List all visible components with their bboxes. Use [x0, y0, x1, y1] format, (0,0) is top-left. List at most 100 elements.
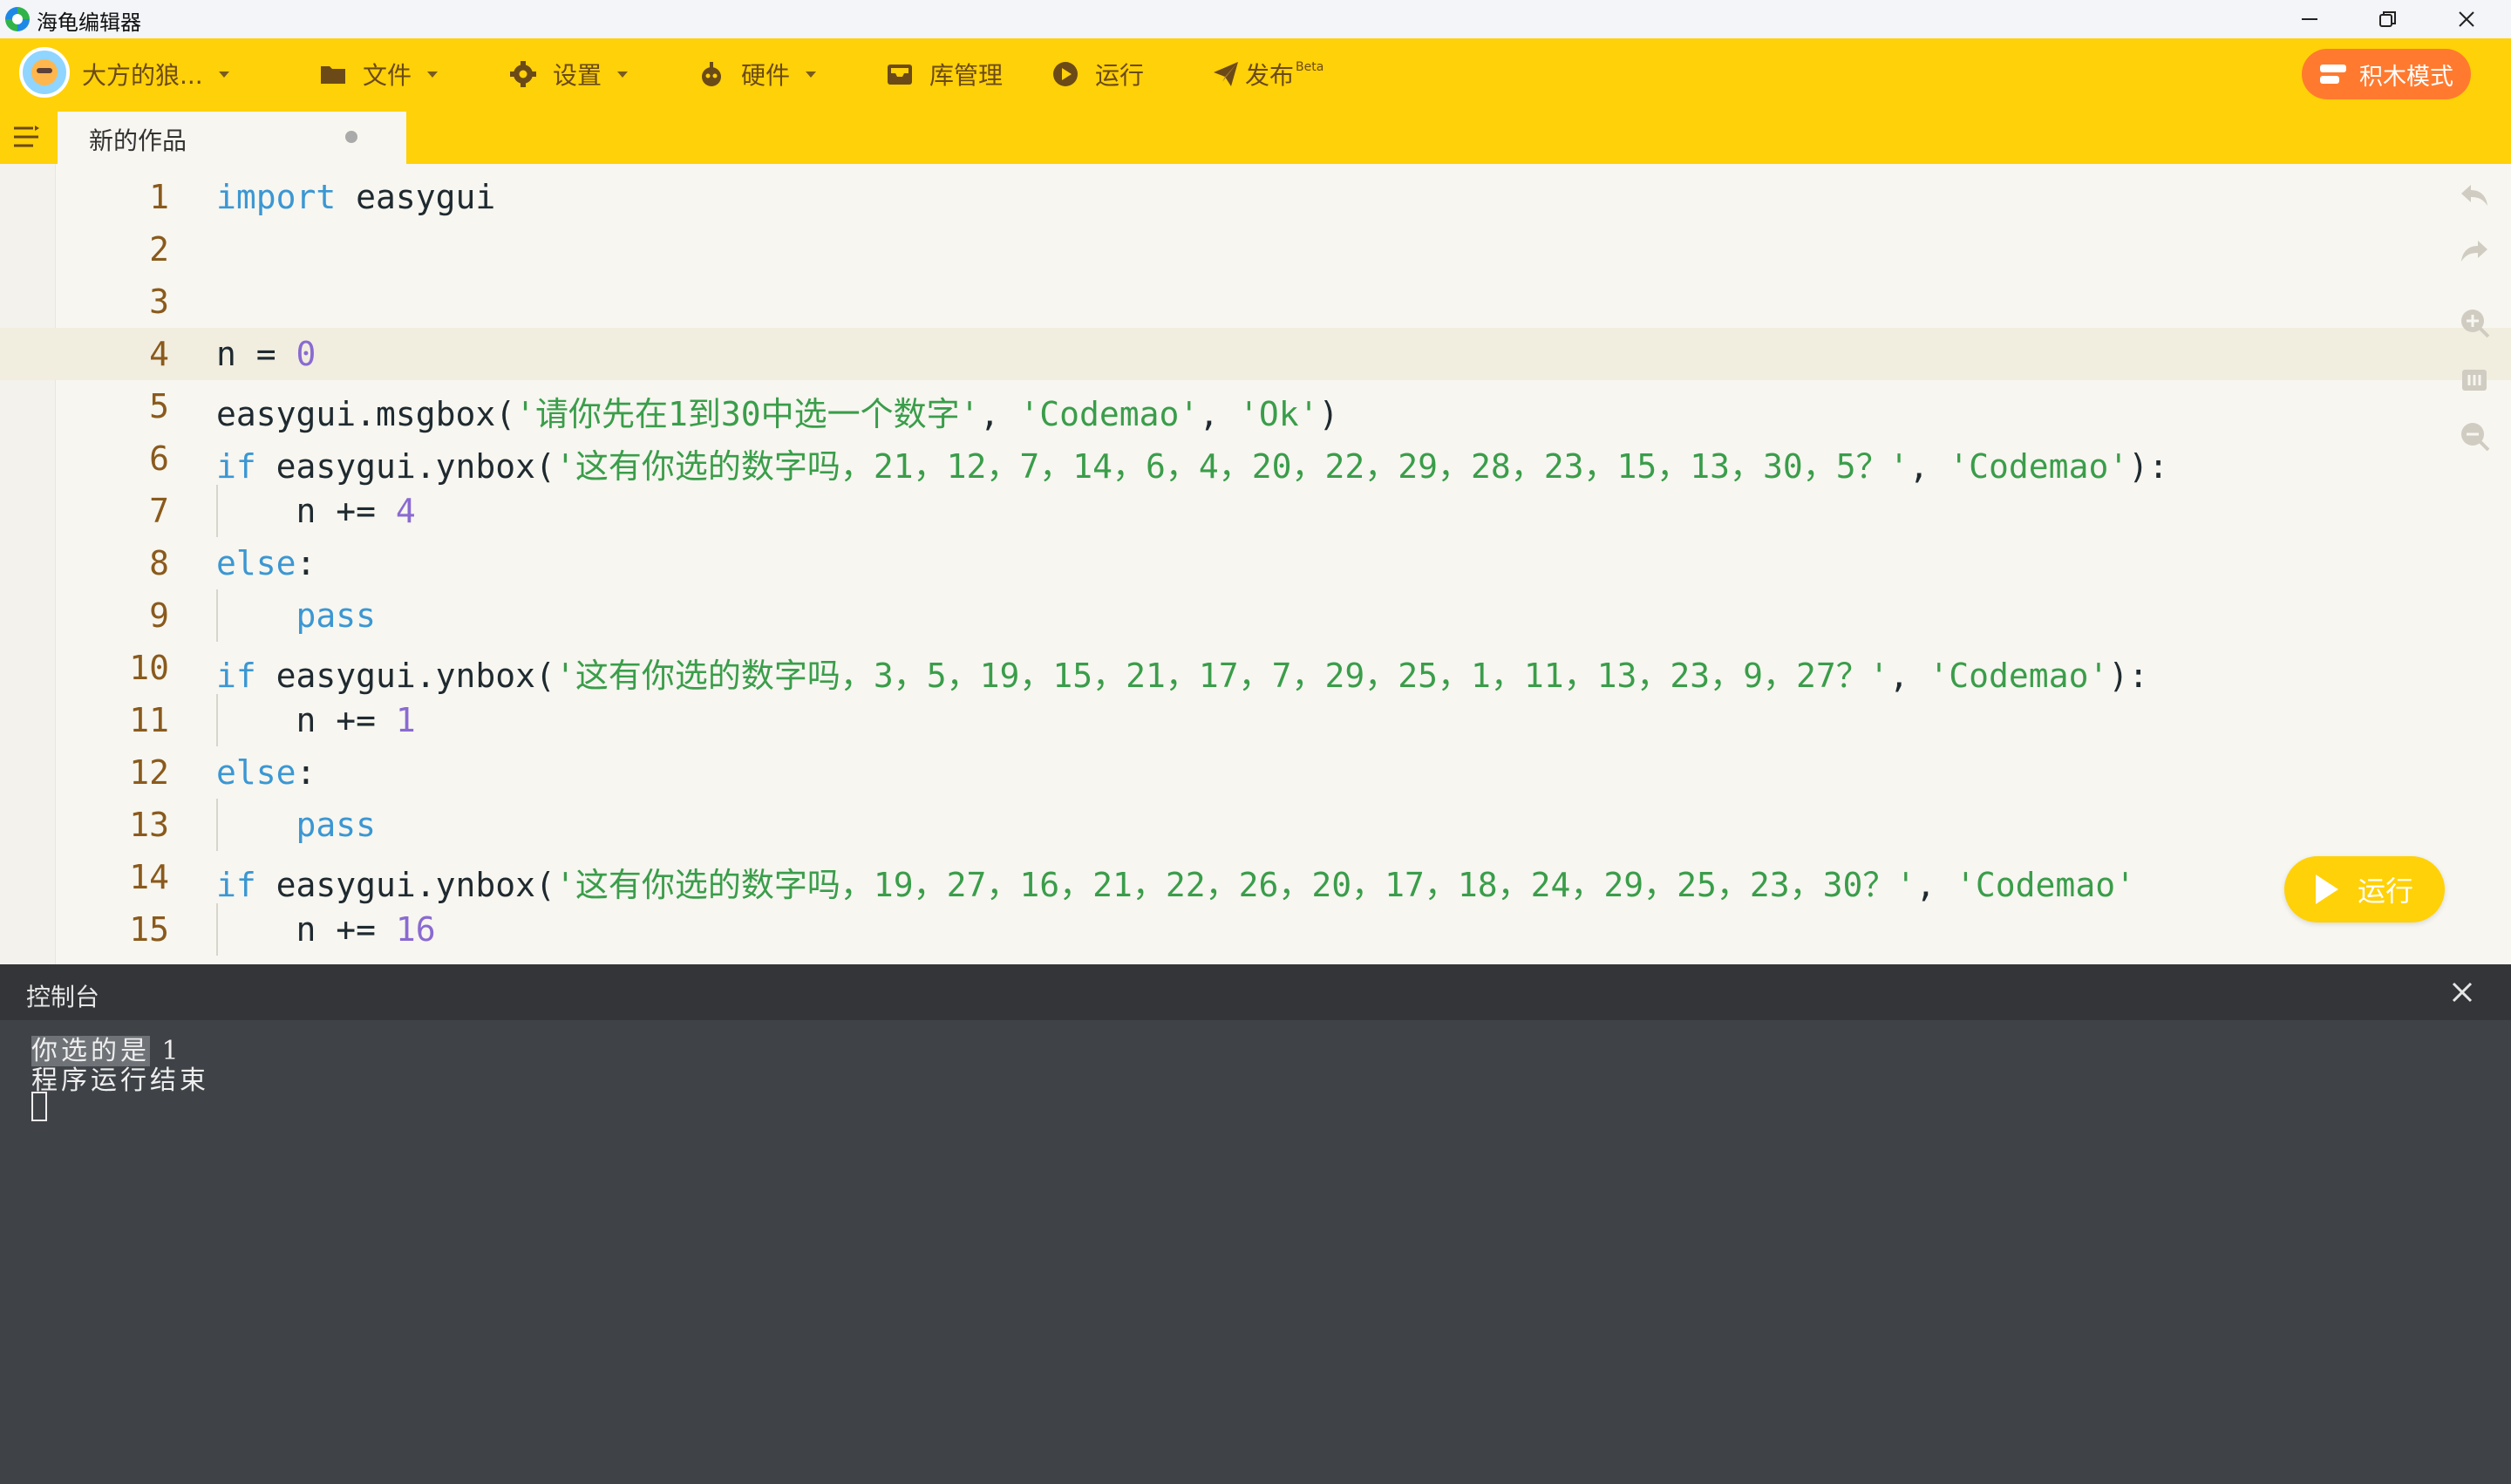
zoom-out-icon[interactable] [2459, 420, 2490, 452]
line-number: 15 [129, 910, 169, 949]
chevron-down-icon [427, 71, 439, 78]
redo-icon[interactable] [2459, 235, 2490, 267]
window-title: 海龟编辑器 [37, 10, 141, 35]
minimize-button[interactable] [2270, 0, 2349, 38]
code-line[interactable]: 13 pass [0, 799, 2511, 851]
side-menu-icon[interactable] [12, 124, 40, 150]
code-token: easygui.ynbox( [255, 447, 555, 486]
line-number: 13 [129, 806, 169, 844]
library-management-label: 库管理 [929, 61, 1004, 90]
hardware-menu-label: 硬件 [741, 61, 791, 90]
beta-badge: Beta [1296, 60, 1324, 74]
close-icon [2459, 11, 2474, 27]
line-number: 7 [149, 492, 169, 530]
file-menu-label: 文件 [363, 61, 412, 90]
robot-icon [702, 62, 721, 86]
line-number: 4 [149, 335, 169, 373]
settings-menu[interactable]: 设置 [509, 56, 629, 92]
user-menu[interactable]: 大方的狼... [82, 56, 229, 92]
code-line[interactable]: 8 else: [0, 537, 2511, 589]
user-avatar[interactable] [19, 47, 70, 98]
run-menu-label: 运行 [1095, 61, 1145, 90]
run-menu-button[interactable]: 运行 [1051, 56, 1144, 92]
console-header: 控制台 [0, 964, 2511, 1020]
code-line[interactable]: 3 [0, 276, 2511, 328]
line-number: 9 [149, 596, 169, 635]
inbox-icon [888, 65, 912, 85]
folder-icon [321, 66, 345, 84]
code-token: ) [1318, 395, 1339, 433]
code-editor[interactable]: 1 import easygui 2 3 4 n = 0 5 easygui.msgbox('… [0, 164, 2511, 964]
code-token: , [979, 395, 1020, 433]
code-text: pass [216, 596, 377, 635]
code-token: 'Codemao' [1949, 447, 2129, 486]
code-line[interactable]: 7 n += 4 [0, 485, 2511, 537]
code-token: pass [296, 596, 377, 635]
minimize-icon [2302, 18, 2317, 20]
code-token: easygui.ynbox( [255, 657, 555, 695]
code-token: : [296, 753, 316, 792]
code-token: 1 [395, 701, 416, 739]
code-text: pass [216, 806, 377, 844]
paper-plane-icon [1214, 62, 1238, 86]
code-text: else: [216, 753, 316, 792]
play-icon [2315, 875, 2338, 904]
code-token: '这有你选的数字吗，3，5，19，15，21，17，7，29，25，1，11，1… [555, 657, 1889, 695]
code-token: n += [216, 492, 396, 530]
code-text: n += 16 [216, 910, 436, 949]
code-line[interactable]: 2 [0, 223, 2511, 276]
tab-label[interactable]: 新的作品 [89, 122, 187, 157]
line-number: 6 [149, 439, 169, 478]
play-circle-icon [1053, 62, 1078, 86]
code-line[interactable]: 5 easygui.msgbox('请你先在1到30中选一个数字', 'Codem… [0, 380, 2511, 435]
code-line[interactable]: 14 if easygui.ynbox('这有你选的数字吗，19，27，16，21… [0, 851, 2511, 904]
line-number: 11 [129, 701, 169, 739]
code-line[interactable]: 6 if easygui.ynbox('这有你选的数字吗，21，12，7，14，6… [0, 432, 2511, 486]
code-token: 'Codemao' [1956, 866, 2135, 904]
code-token: '这有你选的数字吗，19，27，16，21，22，26，20，17，18，24，… [555, 866, 1916, 904]
blocks-icon [2320, 65, 2346, 84]
code-line[interactable]: 11 n += 1 [0, 694, 2511, 746]
undo-icon[interactable] [2459, 180, 2490, 211]
code-line[interactable]: 9 pass [0, 589, 2511, 642]
code-token: ): [2128, 447, 2168, 486]
code-token: , [1199, 395, 1240, 433]
code-line[interactable]: 12 else: [0, 746, 2511, 799]
code-text: easygui.msgbox('请你先在1到30中选一个数字', 'Codema… [216, 387, 1338, 435]
run-button-label: 运行 [2357, 875, 2413, 908]
zoom-in-icon[interactable] [2459, 307, 2490, 338]
code-token: '请你先在1到30中选一个数字' [515, 395, 980, 433]
code-text: import easygui [216, 178, 495, 216]
chevron-down-icon [617, 71, 629, 78]
code-token: , [1916, 866, 1956, 904]
library-management-button[interactable]: 库管理 [886, 56, 1003, 92]
close-button[interactable] [2427, 0, 2506, 38]
code-line[interactable]: 1 import easygui [0, 171, 2511, 223]
code-line[interactable]: 4 n = 0 [0, 328, 2511, 380]
hardware-menu[interactable]: 硬件 [698, 56, 817, 92]
code-line[interactable]: 10 if easygui.ynbox('这有你选的数字吗，3，5，19，15，2… [0, 642, 2511, 695]
publish-button[interactable]: 发布 Beta [1212, 56, 1324, 92]
run-button[interactable]: 运行 [2284, 856, 2445, 922]
format-icon[interactable] [2459, 364, 2490, 396]
line-number: 8 [149, 544, 169, 582]
publish-label: 发布 [1245, 61, 1295, 90]
line-number: 1 [149, 178, 169, 216]
restore-button[interactable] [2349, 0, 2427, 38]
code-token: easygui [336, 178, 496, 216]
console-input-cursor[interactable] [31, 1092, 47, 1121]
console-output[interactable] [0, 1020, 2511, 1484]
line-number: 3 [149, 283, 169, 321]
file-menu[interactable]: 文件 [319, 56, 439, 92]
line-number: 14 [129, 858, 169, 896]
code-token: if [216, 657, 256, 695]
code-token: pass [296, 806, 377, 844]
title-bar: 海龟编辑器 [0, 0, 2511, 38]
user-name: 大方的狼... [82, 61, 203, 90]
code-line[interactable]: 15 n += 16 [0, 903, 2511, 956]
console-close-icon[interactable] [2445, 975, 2480, 1010]
block-mode-button[interactable]: 积木模式 [2302, 49, 2471, 99]
gear-icon [510, 61, 536, 87]
